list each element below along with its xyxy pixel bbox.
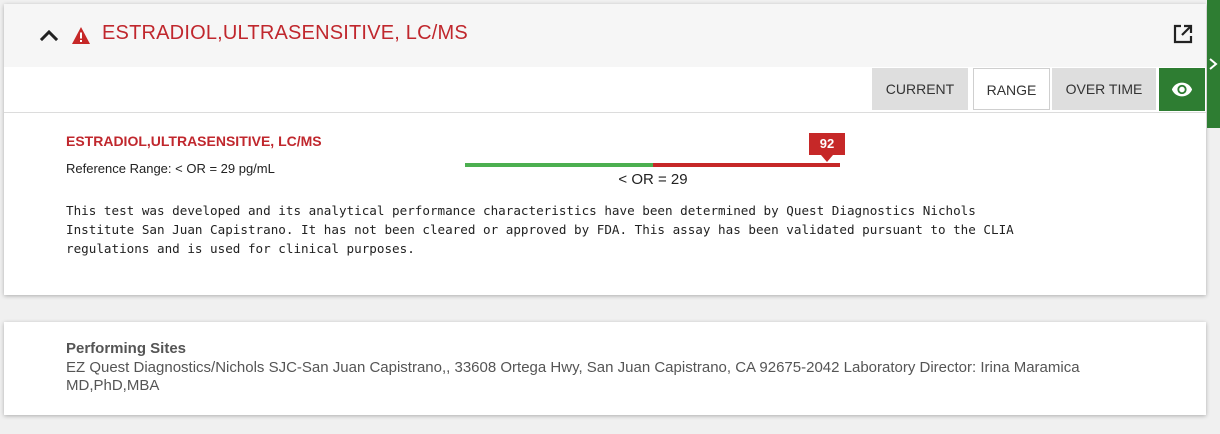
abnormal-range-segment <box>653 163 840 167</box>
reference-range: Reference Range: < OR = 29 pg/mL <box>66 161 275 176</box>
performing-sites-title: Performing Sites <box>66 340 187 357</box>
card-header: ESTRADIOL,ULTRASENSITIVE, LC/MS <box>4 4 1206 68</box>
tab-current[interactable]: CURRENT <box>872 68 968 110</box>
warning-triangle-icon <box>71 26 91 45</box>
comment-line: This test was developed and its analytic… <box>66 203 976 218</box>
performing-sites-card: Performing Sites EZ Quest Diagnostics/Ni… <box>4 322 1206 415</box>
result-card: ESTRADIOL,ULTRASENSITIVE, LC/MS CURRENT … <box>4 4 1206 295</box>
page-title: ESTRADIOL,ULTRASENSITIVE, LC/MS <box>102 22 468 44</box>
chevron-right-icon <box>1209 58 1218 70</box>
side-panel-toggle[interactable] <box>1207 0 1220 128</box>
performing-sites-text: EZ Quest Diagnostics/Nichols SJC-San Jua… <box>66 359 1080 394</box>
comment-line: regulations and is used for clinical pur… <box>66 241 415 256</box>
marker-pointer <box>821 155 833 162</box>
comment-line: Institute San Juan Capistrano. It has no… <box>66 222 1014 237</box>
result-comment: This test was developed and its analytic… <box>66 201 1196 258</box>
toggle-visibility-button[interactable] <box>1159 68 1205 111</box>
result-value-marker: 92 <box>809 133 845 155</box>
range-bar <box>465 163 840 167</box>
view-toolbar: CURRENT RANGE OVER TIME <box>4 67 1206 113</box>
result-name: ESTRADIOL,ULTRASENSITIVE, LC/MS <box>66 133 322 149</box>
eye-icon <box>1171 82 1193 97</box>
tab-range[interactable]: RANGE <box>973 68 1050 110</box>
chevron-up-icon[interactable] <box>38 24 60 46</box>
normal-range-segment <box>465 163 653 167</box>
tab-over-time[interactable]: OVER TIME <box>1052 68 1156 110</box>
open-in-new-icon[interactable] <box>1172 23 1194 45</box>
range-label: < OR = 29 <box>618 171 688 188</box>
